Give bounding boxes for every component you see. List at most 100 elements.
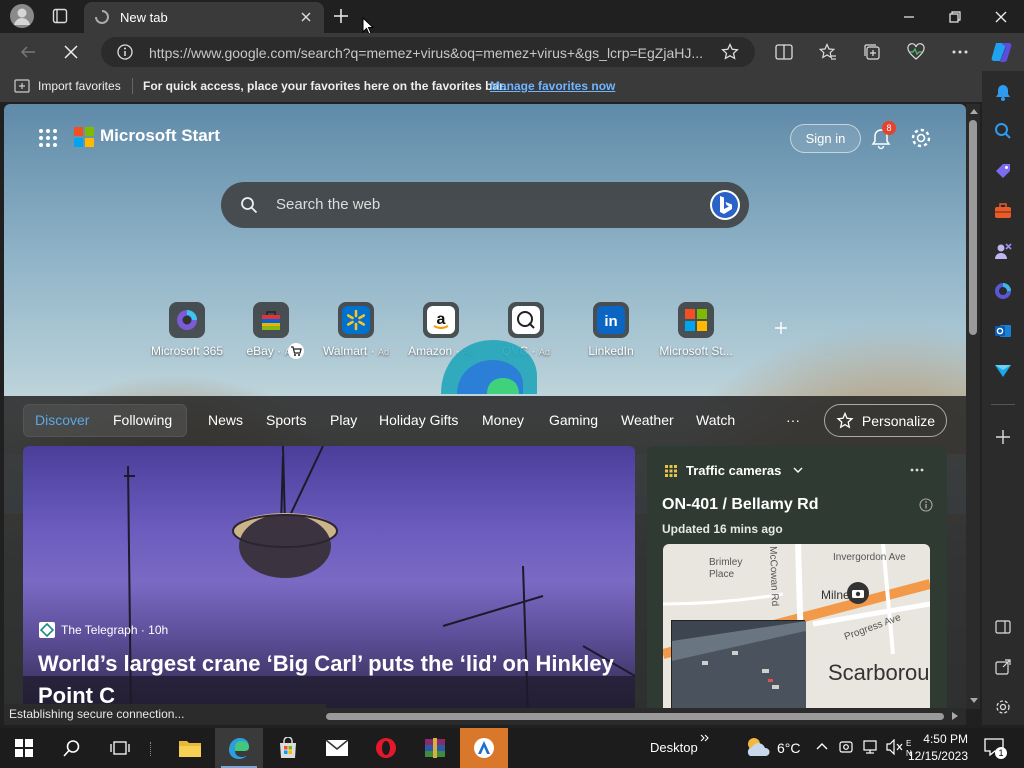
file-explorer-icon[interactable] [166,728,214,768]
taskbar-search-icon[interactable] [48,728,96,768]
camera-location[interactable]: ON-401 / Bellamy Rd [662,496,819,514]
traffic-map[interactable]: Brimley Place Invergordon Ave McCowan Rd… [663,544,930,709]
info-icon[interactable] [919,498,933,512]
hide-sidebar-icon[interactable] [991,615,1015,639]
import-favorites-button[interactable]: Import favorites [38,79,121,93]
page-settings-icon[interactable] [910,127,932,149]
volume-muted-icon[interactable] [886,739,904,755]
winrar-icon[interactable] [411,728,459,768]
scroll-right-arrow-icon[interactable] [952,712,958,720]
back-button[interactable] [14,39,42,65]
telegraph-logo-icon [39,622,55,638]
task-view-icon[interactable] [96,728,144,768]
qvc-logo-icon [508,302,544,338]
more-options-icon[interactable] [946,39,974,65]
collections-icon[interactable] [858,39,886,65]
microsoft-store-icon [678,302,714,338]
tab-following[interactable]: Following [113,412,172,428]
bing-chat-icon[interactable] [709,189,741,221]
quick-link-linkedin[interactable]: in LinkedIn [571,302,651,358]
search-placeholder[interactable]: Search the web [276,196,380,213]
tab-weather[interactable]: Weather [621,412,674,428]
map-label-scarborough: Scarborou [828,660,930,685]
scroll-up-arrow-icon[interactable] [970,108,978,114]
clock-time[interactable]: 4:50 PM [920,732,968,746]
taskbar-divider [150,742,152,756]
close-window-button[interactable] [978,0,1024,33]
start-button[interactable] [0,728,48,768]
card-more-icon[interactable] [910,468,924,472]
scroll-down-arrow-icon[interactable] [970,698,978,704]
show-hidden-icons-chevron-icon[interactable] [816,742,828,750]
profile-avatar-icon[interactable] [10,4,34,28]
article-headline[interactable]: World’s largest crane ‘Big Carl’ puts th… [38,648,618,709]
close-tab-icon[interactable] [300,11,312,23]
microsoft-365-icon[interactable] [991,279,1015,303]
camera-snapshot-image[interactable] [671,620,806,709]
opera-icon[interactable] [362,728,410,768]
tab-watch[interactable]: Watch [696,412,735,428]
microsoft-store-taskbar-icon[interactable] [264,728,312,768]
mail-icon[interactable] [313,728,361,768]
brand-title[interactable]: Microsoft Start [100,126,220,146]
manage-favorites-link[interactable]: Manage favorites now [490,79,615,93]
send-drop-icon[interactable] [991,359,1015,383]
quick-link-microsoft-store[interactable]: Microsoft St... [656,302,736,358]
desktop-toolbar-label[interactable]: Desktop [650,740,698,755]
sidebar-settings-icon[interactable] [991,695,1015,719]
horizontal-scrollbar[interactable] [326,708,966,725]
toolbar-expand-icon[interactable] [700,734,710,742]
hero-article-card[interactable]: The Telegraph · 10h World’s largest cran… [23,446,635,709]
open-external-icon[interactable] [991,655,1015,679]
address-bar[interactable]: https://www.google.com/search?q=memez+vi… [101,37,755,67]
vertical-scroll-thumb[interactable] [969,120,977,335]
pinned-app-icon[interactable] [460,728,508,768]
tab-gaming[interactable]: Gaming [549,412,598,428]
edge-taskbar-icon[interactable] [215,728,263,768]
address-url[interactable]: https://www.google.com/search?q=memez+vi… [149,45,709,61]
favorites-icon[interactable] [814,39,842,65]
tray-app-icon[interactable] [838,739,854,755]
card-header[interactable]: Traffic cameras [686,463,781,478]
restore-button[interactable] [932,0,978,33]
clock-date[interactable]: 12/15/2023 [906,749,968,763]
tab-sports[interactable]: Sports [266,412,306,428]
network-icon[interactable] [862,739,878,755]
copilot-icon[interactable] [988,39,1016,65]
more-tabs-button[interactable]: ··· [786,412,800,428]
stop-loading-button[interactable] [57,39,85,65]
personalize-button[interactable]: Personalize [824,404,947,437]
add-quick-link-icon[interactable] [774,321,788,335]
tab-discover[interactable]: Discover [35,412,89,428]
games-icon[interactable] [991,239,1015,263]
app-launcher-icon[interactable] [38,128,58,148]
minimize-button[interactable] [886,0,932,33]
web-search-box[interactable]: Search the web [221,182,749,228]
tab-news[interactable]: News [208,412,243,428]
tab-new-tab[interactable]: New tab [84,2,324,33]
search-icon[interactable] [991,119,1015,143]
new-tab-icon[interactable] [333,8,349,24]
shopping-tag-icon[interactable] [991,159,1015,183]
tab-holiday-gifts[interactable]: Holiday Gifts [379,412,458,428]
sign-in-button[interactable]: Sign in [790,124,861,153]
browser-essentials-icon[interactable] [902,39,930,65]
tab-money[interactable]: Money [482,412,524,428]
vertical-scrollbar[interactable] [966,104,980,709]
split-screen-icon[interactable] [770,39,798,65]
bell-icon[interactable] [991,80,1015,104]
weather-cloud-icon[interactable] [744,736,772,760]
tab-play[interactable]: Play [330,412,357,428]
tools-briefcase-icon[interactable] [991,199,1015,223]
favorite-star-icon[interactable] [721,43,739,61]
chevron-down-icon[interactable] [793,466,803,474]
quick-link-walmart[interactable]: Walmart · Ad [316,302,396,358]
tab-actions-icon[interactable] [52,8,68,24]
temperature[interactable]: 6°C [777,740,801,756]
add-sidebar-app-icon[interactable] [991,425,1015,449]
site-info-icon[interactable] [117,44,133,60]
horizontal-scroll-thumb[interactable] [326,713,944,720]
quick-link-microsoft-365[interactable]: Microsoft 365 [147,302,227,358]
camera-pin-icon[interactable] [847,582,869,604]
outlook-icon[interactable] [991,319,1015,343]
